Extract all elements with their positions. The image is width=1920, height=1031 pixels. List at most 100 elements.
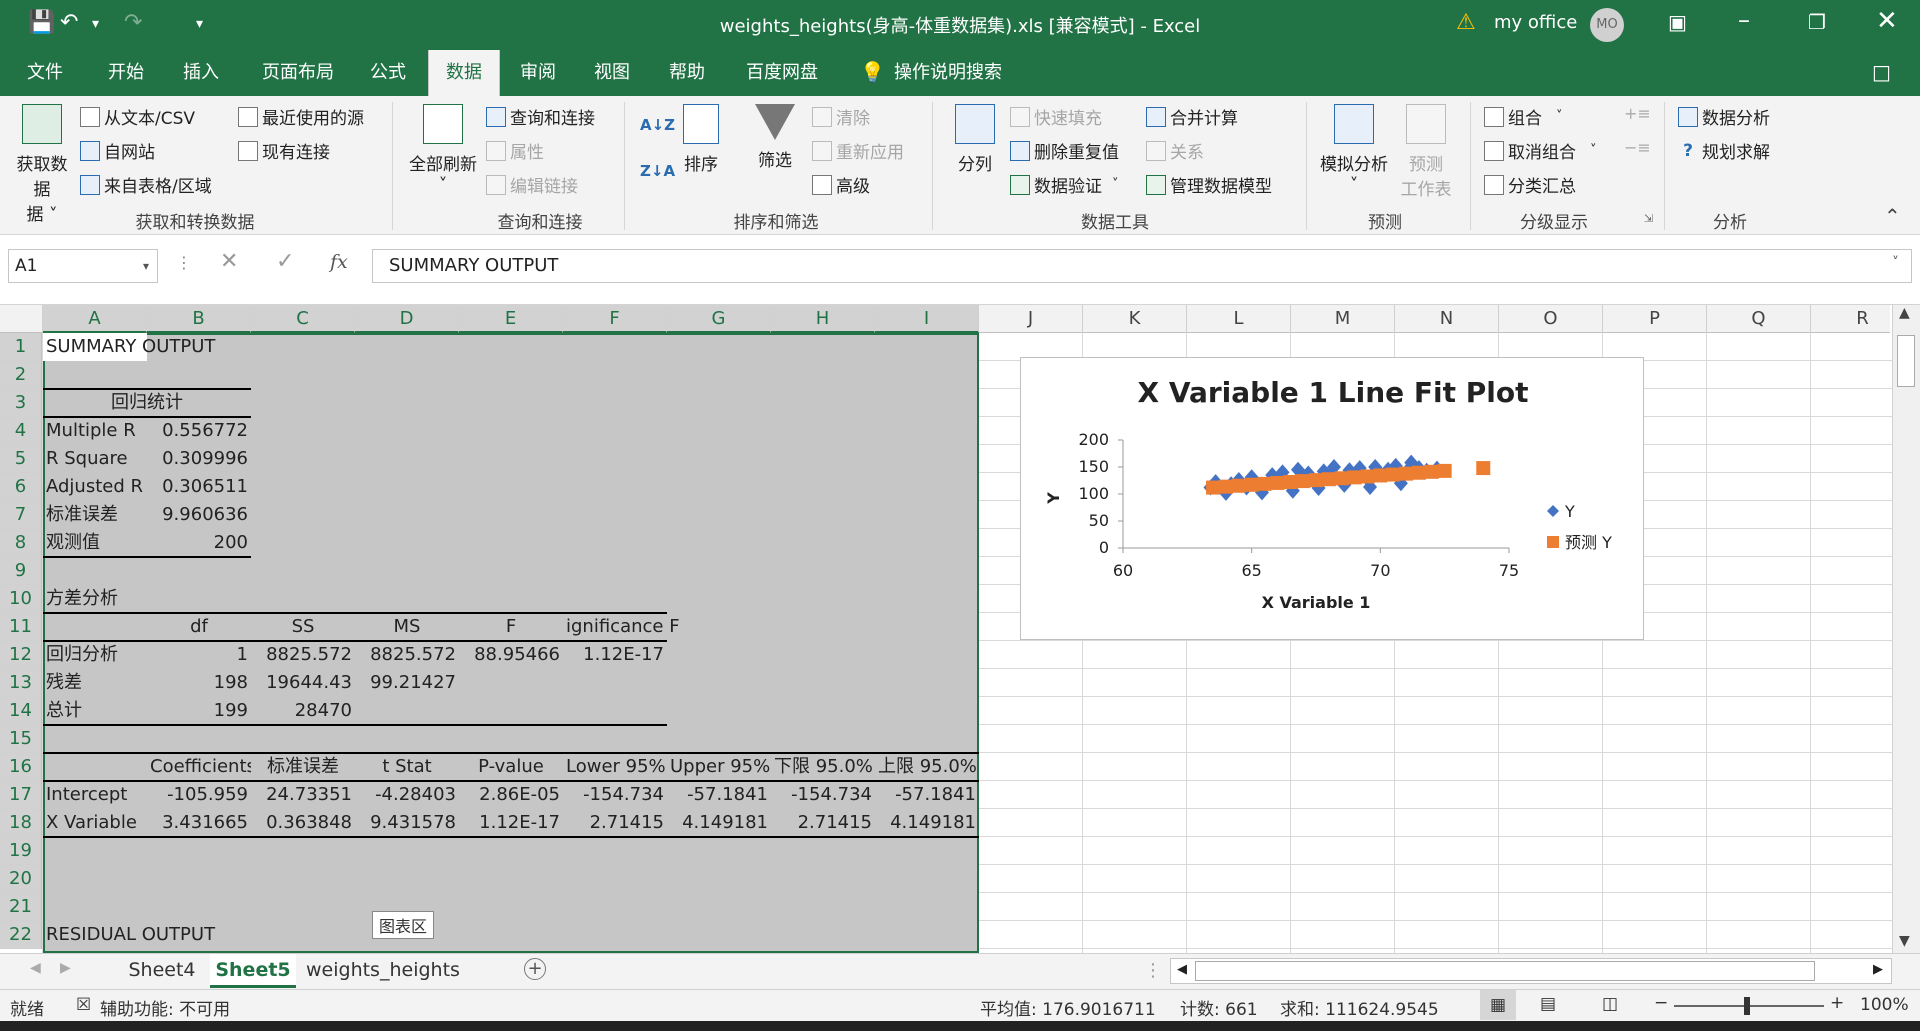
tab-home[interactable]: 开始: [92, 50, 160, 96]
from-web-button[interactable]: 自网站: [80, 138, 155, 163]
column-header[interactable]: I: [875, 305, 979, 333]
scroll-right-icon[interactable]: ▶: [1873, 962, 1883, 977]
solver-button[interactable]: ? 规划求解: [1678, 138, 1770, 164]
cell-f11[interactable]: ignificance F: [563, 613, 703, 641]
expand-formula-bar-icon[interactable]: ˅: [1892, 255, 1899, 271]
column-header[interactable]: A: [43, 305, 147, 333]
column-header[interactable]: P: [1603, 305, 1707, 333]
manage-data-model-button[interactable]: 管理数据模型: [1146, 172, 1272, 197]
cell-a7[interactable]: 标准误差: [43, 501, 147, 529]
comments-icon[interactable]: □: [1872, 60, 1891, 84]
ungroup-button[interactable]: 取消组合 ˅: [1484, 138, 1597, 163]
sheet-tab-sheet4[interactable]: Sheet4: [120, 954, 204, 988]
cell-c18[interactable]: 0.363848: [251, 809, 355, 837]
column-header[interactable]: B: [147, 305, 251, 333]
tab-baidu-netdisk[interactable]: 百度网盘: [730, 50, 834, 96]
column-header[interactable]: F: [563, 305, 667, 333]
column-header[interactable]: L: [1187, 305, 1291, 333]
row-header[interactable]: 7: [0, 501, 42, 529]
column-header[interactable]: J: [979, 305, 1083, 333]
queries-connections-button[interactable]: 查询和连接: [486, 104, 595, 129]
formula-input[interactable]: SUMMARY OUTPUT: [372, 249, 1912, 283]
next-sheet-icon[interactable]: ▶: [60, 960, 71, 976]
row-header[interactable]: 4: [0, 417, 42, 445]
chart-line-fit-plot[interactable]: X Variable 1 Line Fit Plot 0 50 100 150 200 60…: [1020, 357, 1644, 640]
ribbon-display-options-icon[interactable]: ▣: [1668, 10, 1687, 34]
row-header[interactable]: 12: [0, 641, 42, 669]
cell-a1[interactable]: SUMMARY OUTPUT: [43, 333, 263, 361]
cell-g18[interactable]: 4.149181: [667, 809, 771, 837]
horizontal-scroll-thumb[interactable]: [1195, 961, 1815, 981]
column-header[interactable]: N: [1395, 305, 1499, 333]
tab-view[interactable]: 视图: [578, 50, 646, 96]
row-header[interactable]: 9: [0, 557, 42, 585]
normal-view-icon[interactable]: ▦: [1480, 990, 1516, 1020]
worksheet-grid[interactable]: ABCDEFGHIJKLMNOPQR 1 2 3 4 5 6 7 8 9 10 11 12 13 14 15…: [0, 305, 1920, 953]
cell-g16[interactable]: Upper 95%: [667, 753, 771, 781]
sort-ascending-icon[interactable]: A↓Z: [640, 116, 675, 134]
horizontal-scrollbar[interactable]: ◀ ▶: [1170, 958, 1892, 984]
scroll-down-icon[interactable]: ▼: [1899, 933, 1910, 949]
refresh-all-button[interactable]: 全部刷新 ˅: [400, 104, 486, 195]
scroll-up-icon[interactable]: ▲: [1899, 305, 1910, 321]
row-header[interactable]: 1: [0, 333, 42, 361]
cell-b6[interactable]: 0.306511: [147, 473, 251, 501]
cell-b8[interactable]: 200: [147, 529, 251, 557]
cell-a6[interactable]: Adjusted R: [43, 473, 147, 501]
tab-data[interactable]: 数据: [428, 50, 500, 96]
column-header[interactable]: C: [251, 305, 355, 333]
cell-c16[interactable]: 标准误差: [251, 753, 355, 781]
cell-d13[interactable]: 99.21427: [355, 669, 459, 697]
column-header[interactable]: Q: [1707, 305, 1811, 333]
cell-a17[interactable]: Intercept: [43, 781, 147, 809]
cell-b14[interactable]: 199: [147, 697, 251, 725]
zoom-out-icon[interactable]: −: [1654, 993, 1668, 1013]
cell-d17[interactable]: -4.28403: [355, 781, 459, 809]
what-if-analysis-button[interactable]: 模拟分析 ˅: [1312, 104, 1396, 195]
tab-help[interactable]: 帮助: [652, 50, 722, 96]
data-validation-button[interactable]: 数据验证 ˅: [1010, 172, 1119, 197]
cell-f16[interactable]: Lower 95%: [563, 753, 667, 781]
cell-i18[interactable]: 4.149181: [875, 809, 979, 837]
select-all-corner[interactable]: [0, 305, 43, 333]
cell-a18[interactable]: X Variable: [43, 809, 147, 837]
avatar[interactable]: MO: [1590, 8, 1624, 42]
cell-h18[interactable]: 2.71415: [771, 809, 875, 837]
zoom-level[interactable]: 100%: [1860, 995, 1909, 1015]
cell-a14[interactable]: 总计: [43, 697, 147, 725]
scroll-thumb[interactable]: [1897, 335, 1915, 387]
scroll-left-icon[interactable]: ◀: [1177, 962, 1187, 977]
row-header[interactable]: 8: [0, 529, 42, 557]
row-header[interactable]: 3: [0, 389, 42, 417]
cancel-icon[interactable]: ✕: [220, 249, 238, 274]
remove-duplicates-button[interactable]: 删除重复值: [1010, 138, 1119, 163]
existing-connections-button[interactable]: 现有连接: [238, 138, 330, 163]
row-header[interactable]: 21: [0, 893, 42, 921]
text-to-columns-button[interactable]: 分列: [946, 104, 1004, 175]
cell-e18[interactable]: 1.12E-17: [459, 809, 563, 837]
user-name[interactable]: my office: [1494, 12, 1577, 33]
cell-c12[interactable]: 8825.572: [251, 641, 355, 669]
cell-c17[interactable]: 24.73351: [251, 781, 355, 809]
row-header[interactable]: 14: [0, 697, 42, 725]
group-button[interactable]: 组合 ˅: [1484, 104, 1563, 129]
zoom-slider-thumb[interactable]: [1744, 997, 1750, 1015]
cell-f12[interactable]: 1.12E-17: [563, 641, 667, 669]
tab-review[interactable]: 审阅: [504, 50, 572, 96]
row-header[interactable]: 18: [0, 809, 42, 837]
undo-dropdown-icon[interactable]: ▾: [92, 16, 99, 32]
column-header[interactable]: M: [1291, 305, 1395, 333]
name-box[interactable]: A1 ▾: [8, 249, 158, 283]
cell-c14[interactable]: 28470: [251, 697, 355, 725]
cell-e17[interactable]: 2.86E-05: [459, 781, 563, 809]
column-header[interactable]: E: [459, 305, 563, 333]
minimize-icon[interactable]: –: [1738, 6, 1750, 34]
tab-split-handle[interactable]: ⋮: [1144, 960, 1162, 981]
cell-d18[interactable]: 9.431578: [355, 809, 459, 837]
sheet-tab-weights-heights[interactable]: weights_heights: [306, 954, 460, 988]
row-header[interactable]: 22: [0, 921, 42, 949]
prev-sheet-icon[interactable]: ◀: [30, 960, 41, 976]
tab-insert[interactable]: 插入: [166, 50, 236, 96]
cell-f17[interactable]: -154.734: [563, 781, 667, 809]
cell-a5[interactable]: R Square: [43, 445, 147, 473]
